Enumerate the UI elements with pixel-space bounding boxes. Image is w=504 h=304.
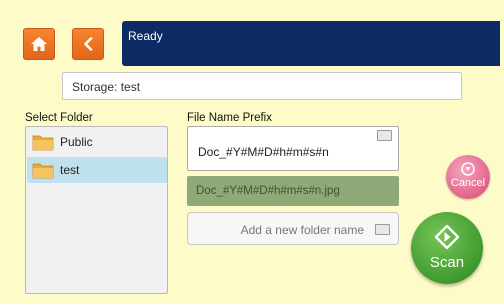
new-folder-placeholder: Add a new folder name [240, 223, 364, 237]
folder-icon [32, 163, 54, 178]
scan-label: Scan [429, 254, 465, 271]
file-name-preview: Doc_#Y#M#D#h#m#s#n.jpg [187, 176, 399, 206]
folder-icon [32, 135, 54, 150]
file-name-prefix-input[interactable]: Doc_#Y#M#D#h#m#s#n [187, 126, 399, 171]
folder-item-public[interactable]: Public [27, 129, 167, 155]
scan-icon [434, 224, 460, 250]
select-folder-label: Select Folder [25, 112, 93, 124]
stop-icon [461, 162, 475, 176]
home-icon [31, 37, 47, 51]
file-name-prefix-label: File Name Prefix [187, 112, 272, 124]
prefix-value: Doc_#Y#M#D#h#m#s#n [198, 145, 329, 159]
folder-name: test [60, 163, 80, 177]
cancel-label: Cancel [450, 177, 486, 189]
status-bar: Ready [122, 21, 500, 66]
folder-name: Public [60, 135, 93, 149]
folder-item-test[interactable]: test [27, 157, 167, 183]
home-button[interactable] [23, 28, 55, 60]
folder-list[interactable]: Public test [25, 126, 168, 294]
chevron-left-icon [84, 37, 93, 51]
storage-field: Storage: test [62, 72, 462, 100]
back-button[interactable] [72, 28, 104, 60]
keyboard-icon[interactable] [375, 224, 390, 235]
keyboard-icon[interactable] [377, 130, 392, 141]
preview-text: Doc_#Y#M#D#h#m#s#n.jpg [196, 185, 340, 197]
storage-label: Storage: test [72, 80, 141, 94]
cancel-button[interactable]: Cancel [446, 155, 490, 199]
status-text: Ready [128, 29, 163, 43]
scan-button[interactable]: Scan [411, 212, 483, 284]
new-folder-input[interactable]: Add a new folder name [187, 212, 399, 245]
